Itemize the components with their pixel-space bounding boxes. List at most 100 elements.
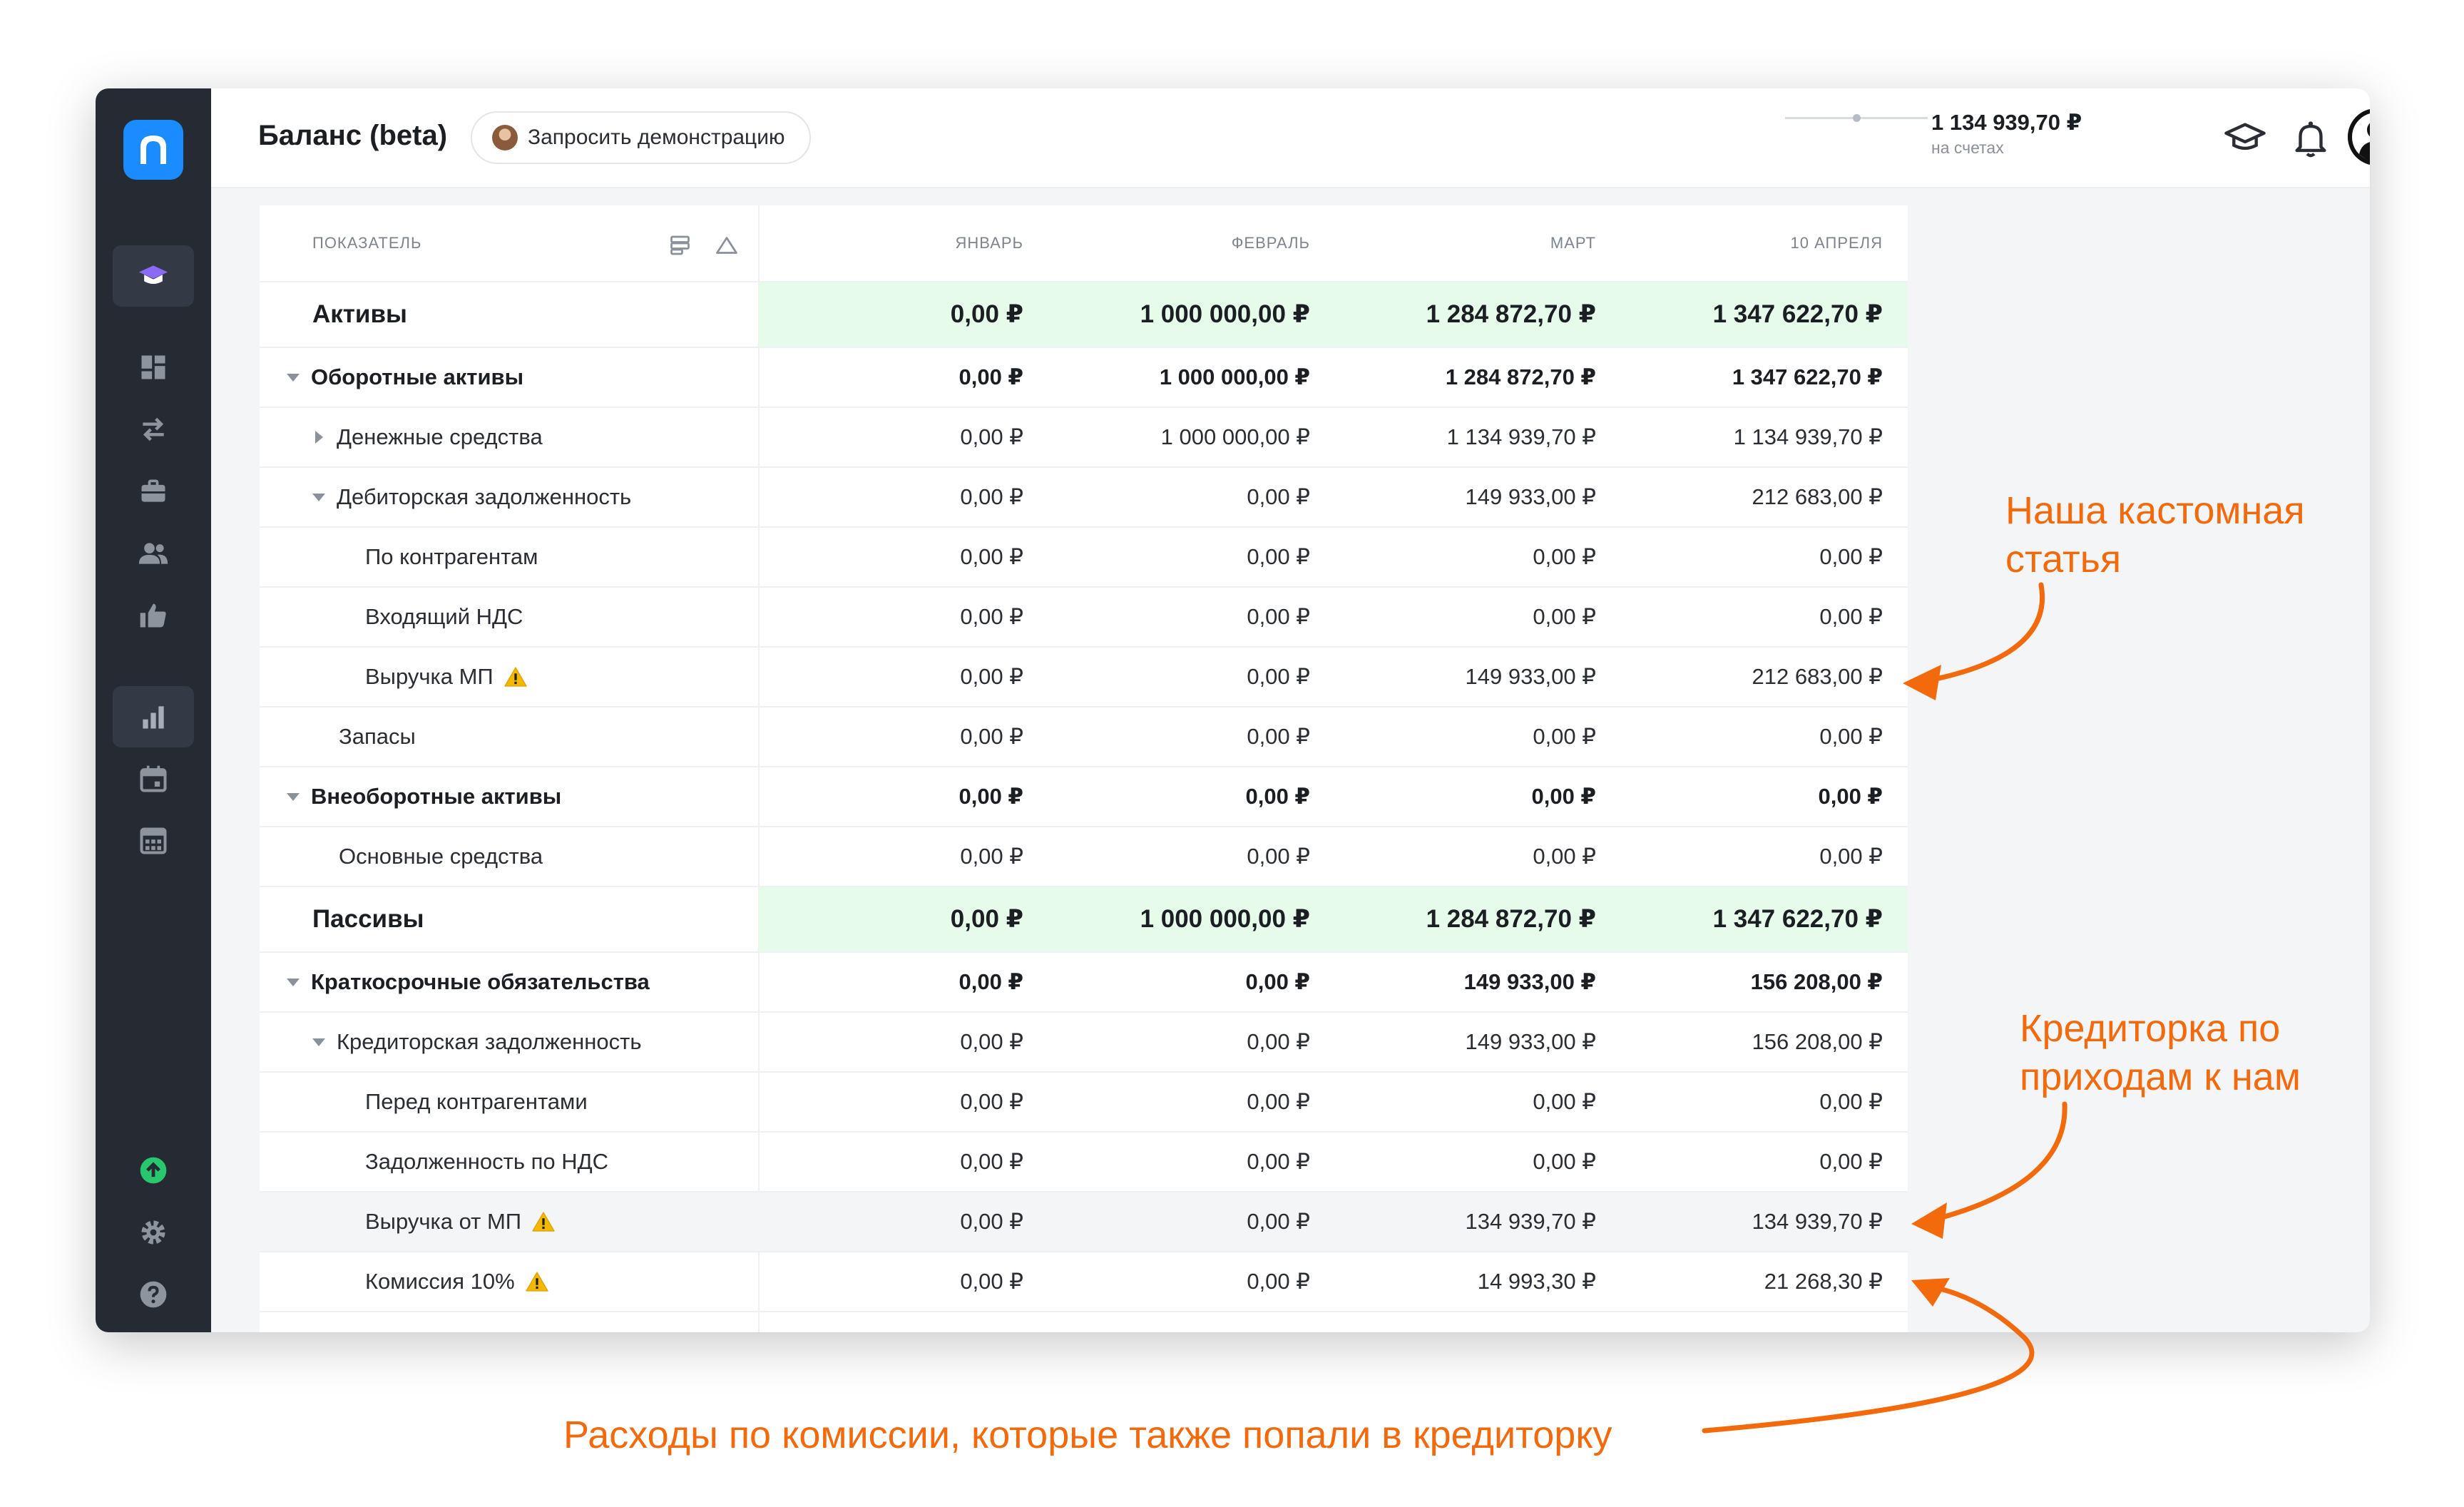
table-row[interactable]: Внеоборотные активы 0,00 ₽ 0,00 ₽ 0,00 ₽… — [260, 767, 1908, 827]
cell-value: 0,00 ₽ — [950, 905, 1023, 933]
cell-value: 212 683,00 ₽ — [1752, 664, 1883, 689]
expand-caret-icon[interactable] — [287, 792, 300, 801]
row-label: Внеоборотные активы — [311, 784, 562, 809]
row-label: Оборотные активы — [311, 364, 524, 389]
nav-projects[interactable] — [113, 461, 194, 522]
user-avatar-icon[interactable] — [2348, 108, 2370, 165]
row-label: Входящий НДС — [365, 604, 523, 629]
cell-value: 0,00 ₽ — [1819, 844, 1883, 869]
cell-value: 0,00 ₽ — [1247, 1209, 1310, 1234]
nav-help[interactable] — [113, 1264, 194, 1325]
users-icon — [138, 543, 168, 564]
table-row[interactable]: Краткосрочные обязательства 0,00 ₽ 0,00 … — [260, 953, 1908, 1013]
table-row[interactable]: По контрагентам 0,00 ₽ 0,00 ₽ 0,00 ₽ 0,0… — [260, 528, 1908, 588]
warning-icon[interactable] — [503, 666, 528, 688]
collapse-triangle-icon[interactable] — [714, 233, 740, 258]
expand-caret-icon[interactable] — [312, 493, 325, 501]
warning-icon[interactable] — [531, 1211, 556, 1232]
nav-reports[interactable] — [113, 686, 194, 747]
nav-upgrade[interactable] — [113, 1140, 194, 1201]
upload-icon — [140, 1157, 167, 1184]
cell-value: 0,00 ₽ — [1533, 724, 1596, 749]
row-label: Активы — [312, 300, 407, 328]
table-row[interactable]: Денежные средства 0,00 ₽ 1 000 000,00 ₽ … — [260, 408, 1908, 468]
warning-icon[interactable] — [525, 1271, 549, 1292]
row-label: Денежные средства — [337, 424, 543, 449]
cell-value: 0,00 ₽ — [960, 1029, 1023, 1054]
request-demo-button[interactable]: Запросить демонстрацию — [471, 111, 811, 164]
expand-caret-icon[interactable] — [287, 373, 300, 382]
nav-settings[interactable] — [113, 1202, 194, 1263]
expand-caret-icon[interactable] — [312, 1038, 325, 1046]
table-row[interactable]: Входящий НДС 0,00 ₽ 0,00 ₽ 0,00 ₽ 0,00 ₽ — [260, 588, 1908, 648]
cell-value: 0,00 ₽ — [1247, 1029, 1310, 1054]
manager-avatar — [492, 125, 518, 150]
table-row[interactable]: Основные средства 0,00 ₽ 0,00 ₽ 0,00 ₽ 0… — [260, 827, 1908, 887]
nav-counterparties[interactable] — [113, 523, 194, 584]
column-header-march[interactable]: МАРТ — [1550, 205, 1596, 281]
nav-transfers[interactable] — [113, 399, 194, 460]
nav-education[interactable] — [113, 245, 194, 307]
top-header: Баланс (beta) Запросить демонстрацию 1 1… — [211, 88, 2370, 188]
cell-value: 0,00 ₽ — [1247, 484, 1310, 509]
cell-value: 0,00 ₽ — [960, 484, 1023, 509]
page-title: Баланс (beta) — [258, 120, 448, 151]
annotation-line: Наша кастомная — [2005, 489, 2305, 532]
cell-value: 0,00 ₽ — [1247, 724, 1310, 749]
graduation-cap-icon — [2224, 123, 2266, 150]
table-row[interactable]: Пассивы 0,00 ₽ 1 000 000,00 ₽ 1 284 872,… — [260, 887, 1908, 953]
column-header-february[interactable]: ФЕВРАЛЬ — [1232, 205, 1310, 281]
table-row[interactable]: Активы 0,00 ₽ 1 000 000,00 ₽ 1 284 872,7… — [260, 282, 1908, 348]
cell-value: 0,00 ₽ — [960, 1149, 1023, 1174]
logo-icon — [140, 136, 166, 164]
row-label: По контрагентам — [365, 544, 538, 569]
cell-value: 0,00 ₽ — [1819, 1149, 1883, 1174]
app-logo[interactable] — [123, 120, 183, 180]
table-row[interactable]: Комиссия 10% 0,00 ₽ 0,00 ₽ 14 993,30 ₽ 2… — [260, 1252, 1908, 1312]
cell-value: 0,00 ₽ — [960, 1269, 1023, 1294]
table-row[interactable]: Запасы 0,00 ₽ 0,00 ₽ 0,00 ₽ 0,00 ₽ — [260, 707, 1908, 767]
cell-value: 0,00 ₽ — [958, 784, 1023, 809]
cell-value: 0,00 ₽ — [1247, 604, 1310, 629]
annotation-line: статья — [2005, 538, 2122, 581]
column-header-indicator[interactable]: ПОКАЗАТЕЛЬ — [312, 205, 421, 281]
cell-value: 0,00 ₽ — [1247, 544, 1310, 569]
cell-value: 134 939,70 ₽ — [1465, 1209, 1597, 1234]
cell-value: 0,00 ₽ — [1818, 784, 1883, 809]
expand-caret-icon[interactable] — [315, 431, 323, 444]
table-row[interactable]: Выручка от МП 0,00 ₽ 0,00 ₽ 134 939,70 ₽… — [260, 1192, 1908, 1252]
account-balance[interactable]: 1 134 939,70 ₽ — [1931, 110, 2082, 136]
education-button[interactable] — [2222, 116, 2268, 161]
cell-value: 14 993,30 ₽ — [1477, 1269, 1596, 1294]
nav-calculator[interactable] — [113, 810, 194, 872]
cell-value: 0,00 ₽ — [1247, 844, 1310, 869]
table-row[interactable]: Перед контрагентами 0,00 ₽ 0,00 ₽ 0,00 ₽… — [260, 1073, 1908, 1133]
expand-caret-icon[interactable] — [287, 978, 300, 986]
column-header-april-10[interactable]: 10 АПРЕЛЯ — [1791, 205, 1883, 281]
dashboard-icon — [141, 355, 165, 379]
table-row[interactable]: Оборотные активы 0,00 ₽ 1 000 000,00 ₽ 1… — [260, 348, 1908, 408]
calendar-icon — [140, 765, 167, 792]
cell-value: 149 933,00 ₽ — [1465, 664, 1597, 689]
notifications-button[interactable] — [2288, 116, 2333, 161]
table-row[interactable]: Кредиторская задолженность 0,00 ₽ 0,00 ₽… — [260, 1013, 1908, 1073]
cell-value: 0,00 ₽ — [1819, 724, 1883, 749]
balance-table: ПОКАЗАТЕЛЬ ЯНВАРЬ ФЕВРАЛЬ МАРТ 10 АПРЕЛЯ… — [260, 205, 1908, 1332]
balance-sparkline-dot — [1853, 114, 1861, 122]
sidebar — [96, 88, 211, 1332]
table-row[interactable]: Выручка МП 0,00 ₽ 0,00 ₽ 149 933,00 ₽ 21… — [260, 648, 1908, 707]
nav-dashboard[interactable] — [113, 337, 194, 398]
cell-value: 0,00 ₽ — [1533, 1089, 1596, 1114]
nav-calendar[interactable] — [113, 748, 194, 809]
table-row[interactable]: Дебиторская задолженность 0,00 ₽ 0,00 ₽ … — [260, 468, 1908, 528]
cell-value: 0,00 ₽ — [960, 544, 1023, 569]
column-header-january[interactable]: ЯНВАРЬ — [955, 205, 1023, 281]
rows-settings-icon[interactable] — [668, 233, 694, 258]
row-label: Комиссия 10% — [365, 1269, 515, 1294]
table-row[interactable]: Задолженность по НДС 0,00 ₽ 0,00 ₽ 0,00 … — [260, 1133, 1908, 1192]
row-label: Задолженность по НДС — [365, 1149, 609, 1174]
nav-deals[interactable] — [113, 585, 194, 646]
cell-value: 149 933,00 ₽ — [1463, 969, 1596, 994]
cell-value: 0,00 ₽ — [1247, 1269, 1310, 1294]
annotation-creditor: Кредиторка по приходам к нам — [2020, 1004, 2301, 1101]
